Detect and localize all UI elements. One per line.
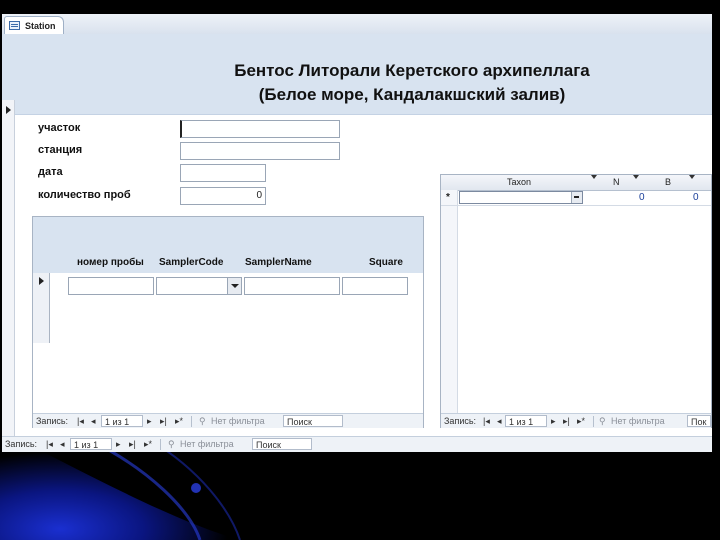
prev-record-icon[interactable]: ◂	[497, 414, 502, 429]
document-tab-bar: Station	[2, 14, 712, 35]
record-position[interactable]: 1 из 1	[70, 438, 112, 450]
datasheet-new-row[interactable]: * 0 0	[441, 191, 711, 206]
subform-header: номер пробы SamplerCode SamplerName Squa…	[33, 217, 423, 273]
new-record-icon[interactable]: ▸*	[577, 414, 585, 429]
samplername-cell[interactable]	[244, 277, 340, 295]
nav-label: Запись:	[5, 439, 38, 449]
search-input[interactable]: Пок	[687, 415, 711, 427]
taxon-datasheet: Taxon N B * 0 0 Запись: |◂ ◂ 1 из 1 ▸ ▸|…	[440, 174, 712, 428]
last-record-icon[interactable]: ▸|	[563, 414, 570, 429]
filter-status[interactable]: Нет фильтра	[211, 414, 265, 429]
chevron-down-icon[interactable]	[571, 192, 582, 203]
sort-dropdown-icon[interactable]	[689, 175, 695, 179]
field-label-uchastok: участок	[38, 122, 81, 134]
prev-record-icon[interactable]: ◂	[91, 414, 96, 429]
nav-separator	[160, 439, 161, 450]
last-record-icon[interactable]: ▸|	[129, 437, 136, 452]
title-line-1: Бентос Литорали Керетского архипеллага	[234, 61, 590, 80]
subform-record-navigator: Запись: |◂ ◂ 1 из 1 ▸ ▸| ▸* ⚲ Нет фильтр…	[33, 413, 423, 428]
data-input[interactable]	[180, 164, 266, 182]
first-record-icon[interactable]: |◂	[483, 414, 490, 429]
form-icon	[9, 21, 20, 30]
b-value[interactable]: 0	[693, 191, 699, 205]
col-square: Square	[369, 257, 403, 268]
main-record-navigator: Запись: |◂ ◂ 1 из 1 ▸ ▸| ▸* ⚲ Нет фильтр…	[2, 436, 712, 452]
search-input[interactable]: Поиск	[252, 438, 312, 450]
filter-status[interactable]: Нет фильтра	[180, 437, 234, 452]
filter-status[interactable]: Нет фильтра	[611, 414, 665, 429]
nav-label: Запись:	[444, 416, 477, 426]
title-line-2: (Белое море, Кандалакшский залив)	[258, 85, 566, 104]
samplercode-combo[interactable]	[156, 277, 242, 295]
filter-icon[interactable]: ⚲	[168, 437, 175, 452]
chevron-down-icon[interactable]	[227, 278, 241, 294]
nav-separator	[191, 416, 192, 427]
datasheet-record-navigator: Запись: |◂ ◂ 1 из 1 ▸ ▸| ▸* ⚲ Нет фильтр…	[441, 413, 711, 428]
first-record-icon[interactable]: |◂	[46, 437, 53, 452]
col-taxon[interactable]: Taxon	[507, 175, 531, 190]
new-row-marker: *	[446, 192, 450, 203]
datasheet-header: Taxon N B	[441, 175, 711, 191]
samples-subform: номер пробы SamplerCode SamplerName Squa…	[32, 216, 424, 428]
nav-label: Запись:	[36, 416, 69, 426]
search-input[interactable]: Поиск	[283, 415, 343, 427]
form-title: Бентос Литорали Керетского архипеллага (…	[232, 59, 592, 107]
first-record-icon[interactable]: |◂	[77, 414, 84, 429]
access-form-window: Station Бентос Литорали Керетского архип…	[2, 14, 712, 452]
next-record-icon[interactable]: ▸	[551, 414, 556, 429]
col-samplercode: SamplerCode	[159, 257, 224, 268]
sort-dropdown-icon[interactable]	[633, 175, 639, 179]
field-label-kolichestvo-prob: количество проб	[38, 189, 131, 201]
next-record-icon[interactable]: ▸	[116, 437, 121, 452]
current-record-arrow-icon	[6, 106, 11, 114]
new-record-icon[interactable]: ▸*	[144, 437, 152, 452]
record-position[interactable]: 1 из 1	[505, 415, 547, 427]
tab-station[interactable]: Station	[4, 16, 64, 34]
new-record-icon[interactable]: ▸*	[175, 414, 183, 429]
sort-dropdown-icon[interactable]	[591, 175, 597, 179]
filter-icon[interactable]: ⚲	[599, 414, 606, 429]
kolichestvo-prob-input[interactable]: 0	[180, 187, 266, 205]
col-samplername: SamplerName	[245, 257, 312, 268]
filter-icon[interactable]: ⚲	[199, 414, 206, 429]
stanciya-input[interactable]	[180, 142, 340, 160]
col-b[interactable]: B	[665, 175, 671, 190]
prev-record-icon[interactable]: ◂	[60, 437, 65, 452]
subform-record-selector[interactable]	[33, 273, 50, 343]
nomer-proby-cell[interactable]	[68, 277, 154, 295]
taxon-combo[interactable]	[459, 191, 583, 204]
n-value[interactable]: 0	[639, 191, 645, 205]
uchastok-input[interactable]	[180, 120, 340, 138]
field-label-stanciya: станция	[38, 144, 83, 156]
nav-separator	[593, 416, 594, 427]
field-label-data: дата	[38, 166, 63, 178]
record-selector[interactable]	[2, 100, 15, 436]
next-record-icon[interactable]: ▸	[147, 414, 152, 429]
record-position[interactable]: 1 из 1	[101, 415, 143, 427]
current-record-arrow-icon	[39, 277, 44, 285]
datasheet-row-selectors[interactable]	[441, 190, 458, 415]
col-nomer-proby: номер пробы	[77, 257, 144, 268]
square-cell[interactable]	[342, 277, 408, 295]
col-n[interactable]: N	[613, 175, 620, 190]
last-record-icon[interactable]: ▸|	[160, 414, 167, 429]
form-header: Бентос Литорали Керетского архипеллага (…	[2, 34, 712, 115]
tab-label: Station	[25, 21, 56, 31]
